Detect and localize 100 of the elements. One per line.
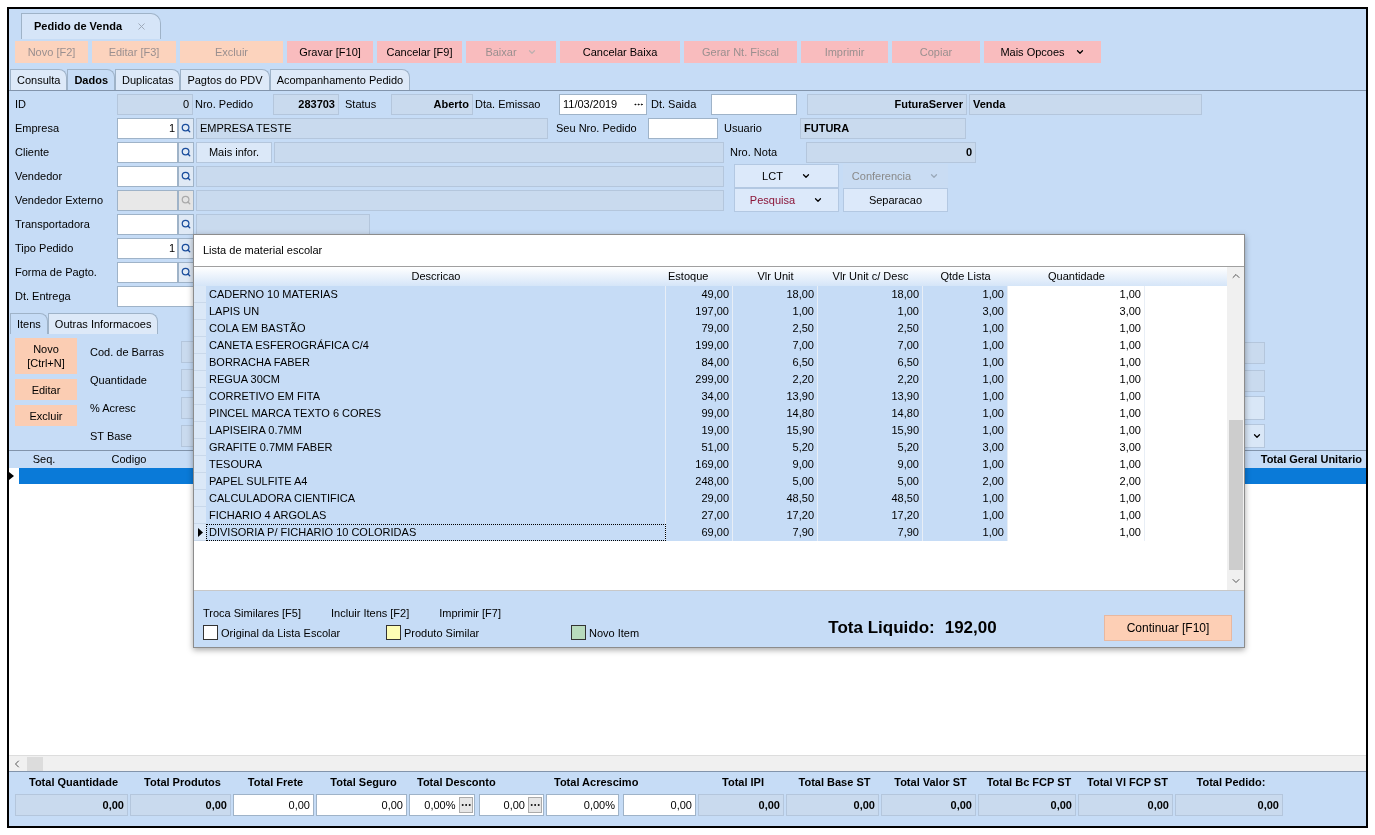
tab[interactable]: Itens [10,313,48,334]
input-field[interactable] [711,93,797,115]
table-cell: PAPEL SULFITE A4 [206,473,666,490]
row-indicator[interactable] [194,524,206,541]
table-cell: 99,00 [666,405,733,422]
close-icon[interactable] [136,21,148,32]
field-label: Tipo Pedido [15,240,75,256]
readonly-field: 283703 [273,93,339,115]
input-field[interactable] [117,213,178,235]
field-label: Vendedor Externo [15,192,105,208]
caret-icon [800,171,811,181]
caret-icon [929,171,940,181]
scroll-thumb[interactable] [27,756,43,771]
table-cell: LAPIS UN [206,303,666,320]
table-cell: 169,00 [666,456,733,473]
shortcut-link[interactable]: Troca Similares [F5] [203,605,301,622]
search-icon [181,147,191,157]
table-cell: 27,00 [666,507,733,524]
vertical-scrollbar[interactable] [1227,267,1244,590]
item-button[interactable]: Editar [15,379,77,400]
lookup-button[interactable] [178,141,194,163]
table-cell: FICHARIO 4 ARGOLAS [206,507,666,524]
caret-icon [1074,47,1085,57]
input-field[interactable]: 0,00 [316,794,407,816]
field-label: Usuario [723,120,763,136]
field-label: Quantidade [90,372,147,388]
field-label: Dta. Emissao [475,96,542,112]
table-cell: 14,80 [733,405,818,422]
search-icon [181,219,191,229]
table-cell: 6,50 [733,354,818,371]
continue-button[interactable]: Continuar [F10] [1104,615,1232,641]
action-button[interactable]: Separacao [843,188,948,212]
toolbar-button[interactable]: Mais Opcoes [984,41,1101,63]
input-field[interactable]: 1 [117,237,178,259]
lookup-button[interactable] [178,117,194,139]
table-cell: 5,00 [733,473,818,490]
table-cell: 17,20 [818,507,923,524]
ellipsis-icon[interactable] [458,797,473,813]
table-cell: 51,00 [666,439,733,456]
table-cell: 7,90 [733,524,818,541]
document-tab[interactable]: Pedido de Venda [21,13,161,39]
more-info-button[interactable]: Mais infor. [196,141,272,163]
horizontal-scrollbar[interactable] [9,755,1366,771]
toolbar-button[interactable]: Cancelar Baixa [560,41,680,63]
table-cell: PINCEL MARCA TEXTO 6 CORES [206,405,666,422]
lookup-button[interactable] [178,261,194,283]
table-cell: 1,00 [733,303,818,320]
input-field[interactable]: 0,00% [409,794,475,816]
field-label: Empresa [15,120,61,136]
input-field[interactable]: 0,00 [623,794,696,816]
lookup-button[interactable] [178,237,194,259]
tab[interactable]: Duplicatas [115,69,181,90]
input-field[interactable] [117,141,178,163]
ellipsis-icon[interactable] [528,797,542,813]
action-button[interactable]: LCT [734,164,839,188]
total-value: 192,00 [944,616,997,639]
total-value: 0,00 [130,794,231,816]
input-field[interactable]: 0,00 [478,794,544,816]
shortcut-link[interactable]: Imprimir [F7] [439,605,501,622]
input-field[interactable] [117,165,178,187]
legend-label: Original da Lista Escolar [221,625,341,641]
lookup-button[interactable] [178,213,194,235]
table-cell: BORRACHA FABER [206,354,666,371]
tab[interactable]: Consulta [10,69,68,90]
field-label: Status [344,96,378,112]
table-cell: 18,00 [818,286,923,303]
column-header: Vlr Unit [756,269,795,285]
caret-icon [526,47,537,57]
lookup-button[interactable] [178,165,194,187]
column-header: Vlr Unit c/ Desc [831,269,910,285]
item-button[interactable]: Novo [Ctrl+N] [15,338,77,374]
field-label: Dt. Saida [650,96,698,112]
date-field[interactable]: 11/03/2019 [559,93,647,115]
input-field[interactable]: 1 [117,117,178,139]
caret-icon [813,195,824,205]
field-label: ST Base [90,428,132,444]
input-field[interactable] [117,285,194,307]
field-label: ID [15,96,27,112]
scroll-thumb[interactable] [1228,420,1243,570]
total-value: 0,00 [786,794,879,816]
tab[interactable]: Pagtos do PDV [180,69,270,90]
toolbar-button[interactable]: Gravar [F10] [287,41,373,63]
tab[interactable]: Outras Informacoes [47,313,159,334]
tab[interactable]: Acompanhamento Pedido [269,69,411,90]
total-header: Total Pedido: [1195,774,1267,790]
input-field[interactable]: 0,00 [233,794,314,816]
shortcut-link[interactable]: Incluir Itens [F2] [331,605,410,622]
input-field[interactable]: 0,00% [546,794,619,816]
table-cell: 15,90 [733,422,818,439]
table-cell: 6,50 [818,354,923,371]
item-button[interactable]: Excluir [15,405,77,426]
table-cell: 9,00 [733,456,818,473]
tab[interactable]: Dados [67,69,116,90]
input-field[interactable] [117,261,178,283]
caret-icon [1252,431,1262,441]
action-button[interactable]: Pesquisa [734,188,839,212]
toolbar-button[interactable]: Cancelar [F9] [377,41,462,63]
column-header: Total Geral Unitario [1260,452,1363,468]
input-field[interactable] [648,117,718,139]
total-header: Total Base ST [797,774,872,790]
